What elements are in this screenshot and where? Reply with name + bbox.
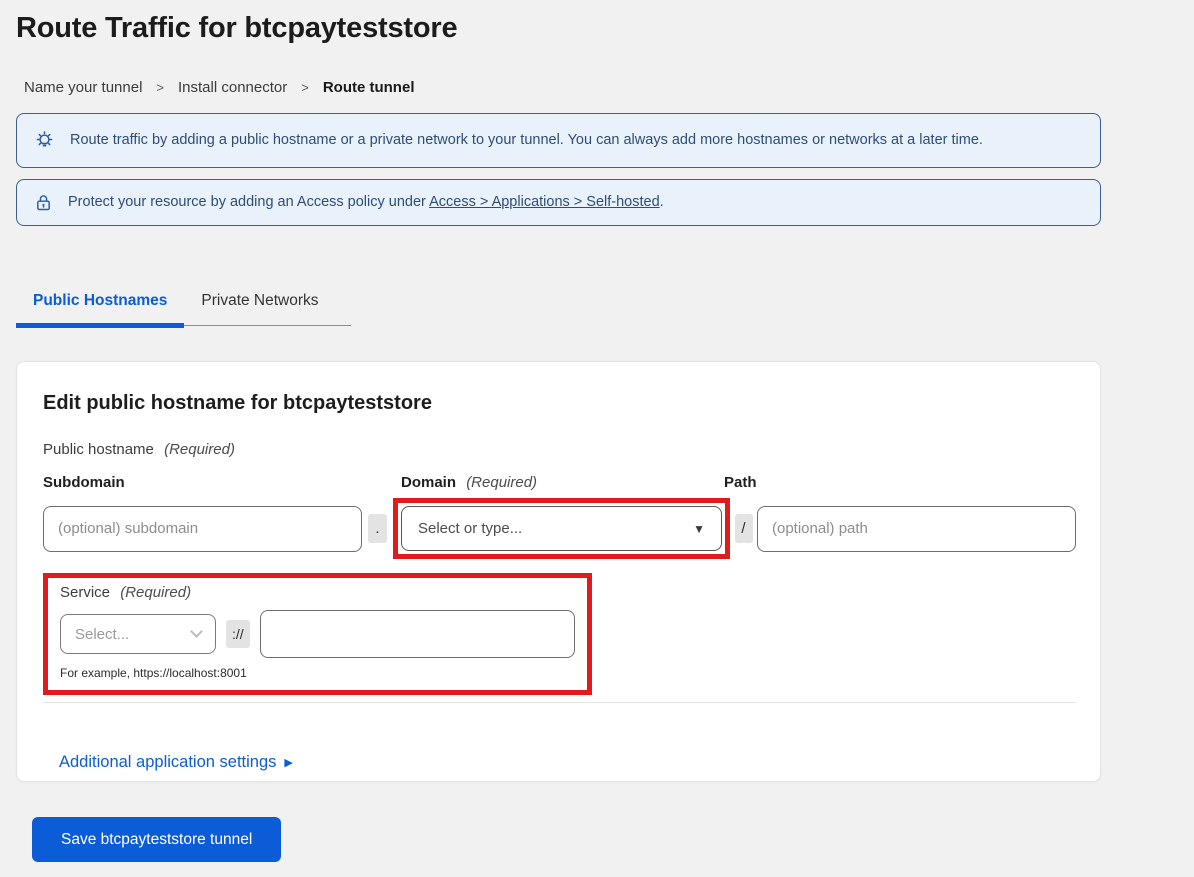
path-input[interactable]	[757, 506, 1076, 552]
breadcrumb: Name your tunnel > Install connector > R…	[16, 79, 1101, 96]
save-tunnel-button[interactable]: Save btcpayteststore tunnel	[32, 817, 281, 862]
section-divider	[43, 702, 1076, 703]
access-banner-text: Protect your resource by adding an Acces…	[68, 193, 664, 213]
domain-label-text: Domain	[401, 474, 456, 491]
service-label: Service (Required)	[55, 584, 575, 601]
tab-public-hostnames[interactable]: Public Hostnames	[16, 282, 184, 328]
subdomain-label: Subdomain	[43, 474, 362, 491]
domain-highlight-box: Select or type... ▼	[393, 498, 730, 559]
breadcrumb-separator: >	[301, 80, 309, 95]
edit-hostname-card: Edit public hostname for btcpayteststore…	[16, 361, 1101, 782]
service-label-text: Service	[60, 584, 110, 601]
required-tag: (Required)	[164, 441, 235, 458]
service-type-value: Select...	[75, 626, 129, 643]
breadcrumb-route-tunnel: Route tunnel	[323, 79, 415, 96]
breadcrumb-install-connector[interactable]: Install connector	[178, 79, 287, 96]
dot-separator: .	[368, 514, 387, 543]
path-label: Path	[724, 474, 1076, 491]
slash-separator: /	[735, 514, 753, 543]
hostname-labels-row: Subdomain Domain (Required) Path	[43, 474, 1074, 491]
breadcrumb-separator: >	[156, 80, 164, 95]
access-banner-prefix: Protect your resource by adding an Acces…	[68, 194, 426, 210]
service-hint: For example, https://localhost:8001	[55, 666, 575, 680]
domain-select[interactable]: Select or type... ▼	[401, 506, 722, 551]
hostname-inputs-row: . Select or type... ▼ /	[43, 498, 1074, 559]
additional-settings-label: Additional application settings	[59, 753, 276, 772]
breadcrumb-name-your-tunnel[interactable]: Name your tunnel	[24, 79, 142, 96]
additional-settings-link[interactable]: Additional application settings ▶	[59, 753, 293, 772]
page-title: Route Traffic for btcpayteststore	[16, 12, 1101, 45]
domain-select-value: Select or type...	[418, 520, 522, 537]
public-hostname-section-label: Public hostname (Required)	[43, 441, 1074, 458]
service-inputs-row: Select... ://	[55, 610, 575, 658]
lock-icon	[33, 192, 54, 213]
tip-banner: Route traffic by adding a public hostnam…	[16, 113, 1101, 168]
access-banner: Protect your resource by adding an Acces…	[16, 179, 1101, 226]
chevron-down-icon	[190, 625, 203, 638]
card-title: Edit public hostname for btcpayteststore	[43, 392, 1074, 415]
protocol-separator: ://	[226, 620, 250, 648]
required-tag: (Required)	[466, 474, 537, 491]
required-tag: (Required)	[120, 584, 191, 601]
domain-label: Domain (Required)	[393, 474, 730, 491]
dot-separator-cell: .	[362, 514, 393, 543]
access-policy-link[interactable]: Access > Applications > Self-hosted	[429, 194, 660, 210]
service-type-select[interactable]: Select...	[60, 614, 216, 654]
caret-down-icon: ▼	[693, 522, 705, 536]
triangle-right-icon: ▶	[284, 756, 292, 769]
slash-separator-cell: /	[730, 514, 757, 543]
subdomain-input[interactable]	[43, 506, 362, 552]
service-highlight-box: Service (Required) Select... :// For exa…	[43, 573, 592, 695]
page-content: Route Traffic for btcpayteststore Name y…	[0, 12, 1101, 862]
public-hostname-label: Public hostname	[43, 441, 154, 458]
access-banner-suffix: .	[660, 194, 664, 210]
tip-banner-text: Route traffic by adding a public hostnam…	[70, 131, 983, 151]
tab-bar: Public Hostnames Private Networks	[16, 282, 351, 326]
lightbulb-icon	[33, 129, 56, 152]
service-url-input[interactable]	[260, 610, 575, 658]
tab-private-networks[interactable]: Private Networks	[184, 282, 350, 325]
